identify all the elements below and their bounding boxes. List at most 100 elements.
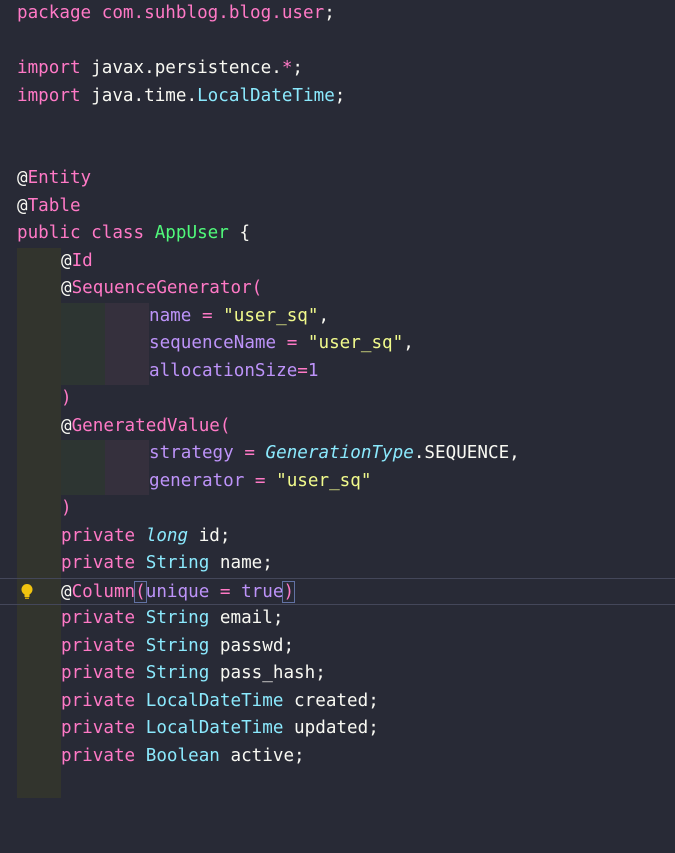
indent-guide — [17, 632, 61, 660]
lightbulb-icon[interactable] — [20, 583, 34, 601]
comma: , — [403, 333, 414, 353]
equals: = — [191, 305, 224, 326]
keyword: import — [17, 58, 81, 78]
string-literal: "user_sq" — [307, 333, 404, 353]
semicolon: ; — [334, 85, 346, 106]
boolean-literal: true — [241, 581, 284, 602]
code-editor[interactable]: package com.suhblog.blog.user; import ja… — [0, 0, 675, 798]
annotation-at: @ — [17, 168, 28, 188]
field-name: email; — [219, 608, 284, 628]
indent-guide — [17, 660, 61, 688]
code-line-3[interactable]: import javax.persistence.*; — [0, 55, 675, 83]
type-name: GenerationType — [265, 443, 414, 463]
keyword: private — [61, 690, 136, 711]
attribute-name: strategy — [149, 443, 234, 463]
indent-guide — [17, 330, 61, 358]
indent-guide — [17, 687, 61, 715]
paren: ) — [61, 498, 72, 518]
code-line-14[interactable]: allocationSize=1 — [0, 357, 675, 385]
annotation-name: GeneratedValue — [71, 415, 220, 436]
keyword: class — [91, 223, 145, 243]
close-paren: ) — [282, 580, 296, 603]
code-line-29[interactable] — [0, 770, 675, 798]
code-line-16[interactable]: @GeneratedValue( — [0, 412, 675, 440]
indent-guide — [17, 550, 61, 578]
indent-guide — [105, 302, 149, 330]
annotation-at: @ — [61, 250, 72, 271]
string-literal: "user_sq" — [276, 470, 372, 491]
code-line-10[interactable]: @Id — [0, 247, 675, 275]
indent-guide — [17, 357, 61, 385]
paren: ) — [61, 388, 72, 408]
keyword: private — [61, 608, 136, 628]
indent-guide — [17, 275, 61, 303]
equals: = — [276, 333, 308, 353]
open-paren: ( — [134, 580, 147, 603]
code-line-26[interactable]: private LocalDateTime created; — [0, 687, 675, 715]
code-line-9[interactable]: public class AppUser { — [0, 220, 675, 248]
number-literal: 1 — [307, 360, 319, 381]
indent-guide — [17, 440, 61, 468]
code-line-15[interactable]: ) — [0, 385, 675, 413]
wildcard: * — [281, 58, 293, 78]
code-line-8[interactable]: @Table — [0, 193, 675, 221]
code-line-28[interactable]: private Boolean active; — [0, 742, 675, 770]
type-name: LocalDateTime — [145, 690, 284, 711]
indent-guide — [17, 742, 61, 770]
type-name: LocalDateTime — [197, 85, 335, 106]
indent-guide — [17, 412, 61, 440]
annotation-at: @ — [17, 195, 28, 216]
type-name: String — [145, 663, 210, 683]
equals: = — [209, 581, 242, 602]
code-line-23[interactable]: private String email; — [0, 605, 675, 633]
equals: = — [297, 360, 308, 381]
indent-guide — [17, 715, 61, 743]
attribute-name: name — [149, 305, 192, 326]
code-line-27[interactable]: private LocalDateTime updated; — [0, 715, 675, 743]
indent-guide — [17, 770, 61, 798]
code-line-20[interactable]: private long id; — [0, 522, 675, 550]
equals: = — [233, 443, 266, 463]
attribute-name: allocationSize — [149, 360, 298, 381]
code-line-12[interactable]: name = "user_sq", — [0, 302, 675, 330]
code-line-11[interactable]: @SequenceGenerator( — [0, 275, 675, 303]
indent-guide — [61, 357, 105, 385]
code-line-1[interactable]: package com.suhblog.blog.user; — [0, 0, 675, 28]
annotation-name: SequenceGenerator — [71, 278, 252, 298]
indent-guide — [17, 385, 61, 413]
type-name: String — [145, 553, 210, 573]
keyword: public — [17, 223, 81, 243]
type-name: Boolean — [145, 745, 220, 766]
keyword: private — [61, 663, 136, 683]
annotation-at: @ — [61, 415, 72, 436]
code-line-19[interactable]: ) — [0, 495, 675, 523]
indent-guide — [105, 357, 149, 385]
type-name: String — [145, 608, 210, 628]
indent-guide — [105, 330, 149, 358]
code-line-22-current[interactable]: @Column(unique = true) — [0, 577, 675, 605]
indent-guide — [61, 330, 105, 358]
code-line-7[interactable]: @Entity — [0, 165, 675, 193]
code-line-4[interactable]: import java.time.LocalDateTime; — [0, 83, 675, 111]
brace: { — [239, 223, 251, 243]
code-line-13[interactable]: sequenceName = "user_sq", — [0, 330, 675, 358]
code-line-17[interactable]: strategy = GenerationType.SEQUENCE, — [0, 440, 675, 468]
attribute-name: unique — [145, 581, 210, 602]
equals: = — [244, 470, 277, 491]
class-name: AppUser — [154, 223, 229, 243]
code-line-24[interactable]: private String passwd; — [0, 632, 675, 660]
keyword: private — [61, 718, 136, 738]
keyword: private — [61, 525, 136, 546]
field-name: active; — [230, 745, 305, 766]
keyword: import — [17, 85, 81, 106]
comma: , — [318, 305, 330, 326]
type-name: LocalDateTime — [145, 718, 284, 738]
import-path: java.time. — [91, 85, 198, 106]
code-line-21[interactable]: private String name; — [0, 550, 675, 578]
code-line-25[interactable]: private String pass_hash; — [0, 660, 675, 688]
attribute-name: sequenceName — [149, 333, 277, 353]
indent-guide — [17, 495, 61, 523]
code-line-18[interactable]: generator = "user_sq" — [0, 467, 675, 495]
annotation-name: Entity — [27, 168, 92, 188]
type-name: long — [145, 525, 189, 546]
